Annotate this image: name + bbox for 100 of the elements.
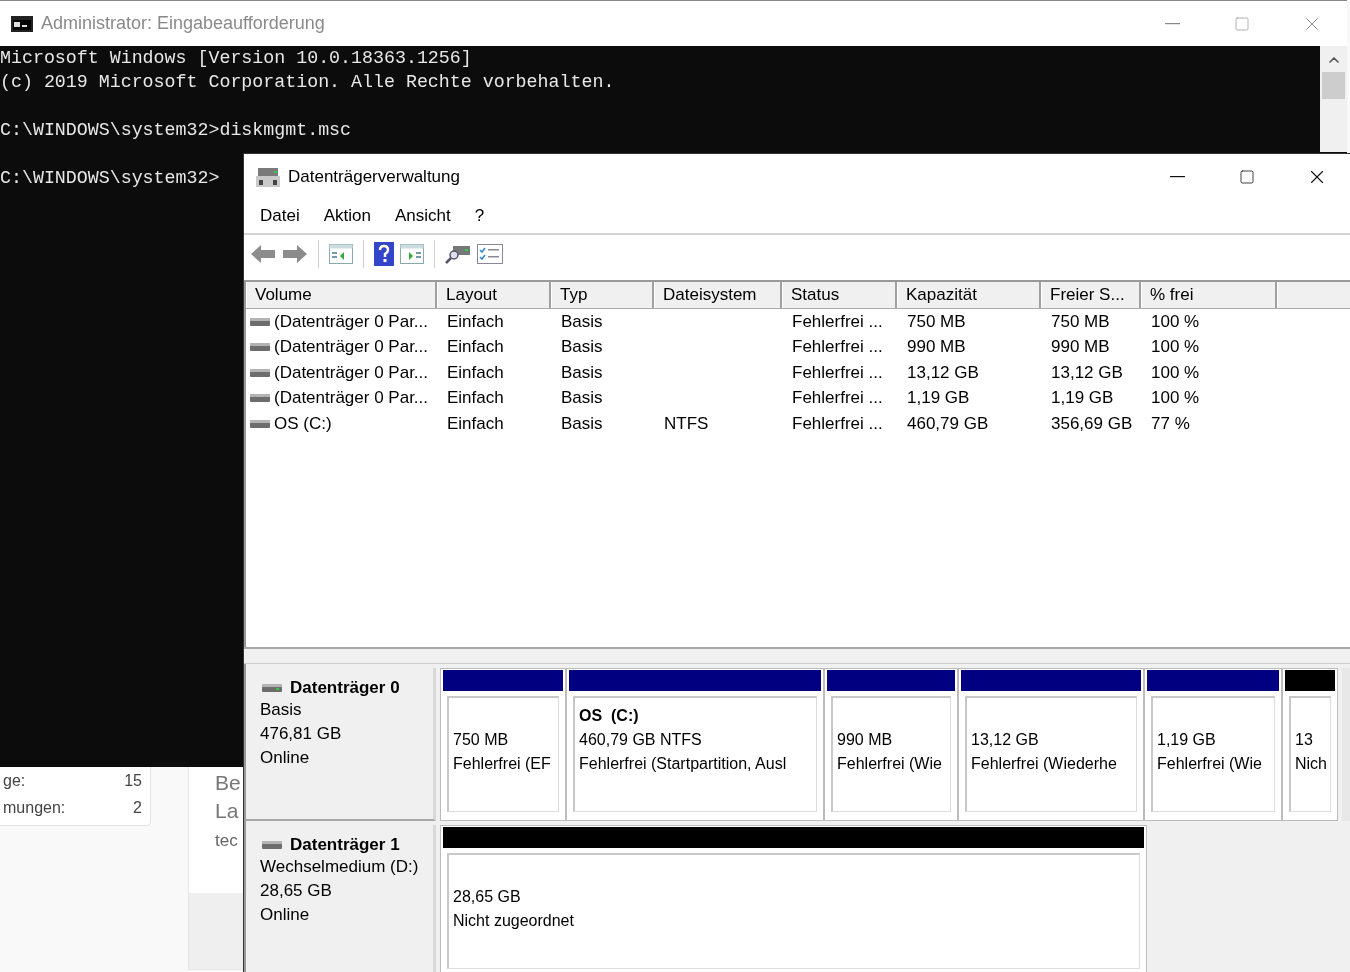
- maximize-icon: [1239, 168, 1255, 185]
- column-header[interactable]: Typ: [551, 282, 654, 308]
- disk-name: Datenträger 0: [290, 678, 400, 698]
- partition[interactable]: 13 Nich: [1282, 668, 1338, 821]
- checklist-icon[interactable]: [477, 243, 503, 264]
- table-cell-text: NTFS: [663, 413, 710, 434]
- console-icon: [11, 15, 33, 32]
- table-cell: (Datenträger 0 Par...: [274, 337, 429, 358]
- volume-icon: [250, 418, 270, 429]
- window-title: Administrator: Eingabeaufforderung: [41, 13, 326, 34]
- volume-icon: [250, 316, 270, 327]
- table-cell-text: Einfach: [446, 413, 505, 434]
- table-cell-text: Fehlerfrei ...: [791, 413, 884, 434]
- disk-info: Basis: [260, 699, 303, 721]
- scrollbar[interactable]: [1320, 46, 1347, 152]
- maximize-icon: [1234, 15, 1250, 32]
- volume-icon: [250, 367, 270, 378]
- console-line: (c) 2019 Microsoft Corporation. Alle Rechte vorbehalten.: [0, 71, 615, 94]
- console-tree-icon[interactable]: [329, 243, 353, 264]
- table-cell-text: Basis: [560, 337, 604, 358]
- forward-arrow-icon[interactable]: [282, 243, 308, 264]
- table-cell-text: Fehlerfrei ...: [791, 311, 884, 332]
- partition-status: Nicht zugeordnet: [453, 911, 575, 931]
- console-line: C:\WINDOWS\system32>: [0, 167, 220, 190]
- disk-info: 28,65 GB: [260, 880, 333, 902]
- partition[interactable]: 13,12 GB Fehlerfrei (Wiederhe: [958, 668, 1144, 821]
- article-text: Be: [214, 770, 242, 796]
- partition[interactable]: 990 MB Fehlerfrei (Wie: [824, 668, 958, 821]
- partition[interactable]: 28,65 GB Nicht zugeordnet: [440, 825, 1147, 972]
- partition-title: OS (C:): [579, 706, 640, 726]
- partition-status: Fehlerfrei (Startpartition, Ausl: [579, 754, 788, 774]
- menu-item[interactable]: Aktion: [311, 206, 383, 226]
- volume-icon: [250, 342, 270, 353]
- stat-label: mungen:: [3, 798, 66, 817]
- table-cell-text: Basis: [560, 311, 604, 332]
- table-cell-text: 1,19 GB: [906, 388, 971, 409]
- window-title: Datenträgerverwaltung: [288, 166, 461, 187]
- table-cell-text: 750 MB: [906, 311, 967, 332]
- disk-name: Datenträger 1: [290, 835, 400, 855]
- partition[interactable]: 1,19 GB Fehlerfrei (Wie: [1144, 668, 1282, 821]
- partition-size: 1,19 GB: [1157, 730, 1217, 750]
- table-cell-text: 100 %: [1150, 388, 1201, 409]
- table-cell: (Datenträger 0 Par...: [274, 362, 429, 383]
- console-line: C:\WINDOWS\system32>diskmgmt.msc: [0, 119, 352, 142]
- table-cell-text: 100 %: [1150, 362, 1201, 383]
- partition-status: Nich: [1295, 754, 1328, 774]
- table-cell-text: 990 MB: [1050, 337, 1111, 358]
- table-cell-text: Fehlerfrei ...: [791, 388, 884, 409]
- partition-status: Fehlerfrei (Wie: [1157, 754, 1263, 774]
- table-cell-text: Basis: [560, 413, 604, 434]
- minimize-icon: [1169, 175, 1185, 178]
- table-cell-text: 460,79 GB: [906, 413, 990, 434]
- back-arrow-icon[interactable]: [250, 243, 276, 264]
- table-cell-text: 13,12 GB: [1050, 362, 1124, 383]
- article-text: La: [214, 798, 240, 824]
- table-cell: (Datenträger 0 Par...: [274, 311, 429, 332]
- volume-icon: [250, 393, 270, 404]
- table-cell-text: Basis: [560, 388, 604, 409]
- partition-size: 990 MB: [837, 730, 894, 750]
- partition[interactable]: 750 MB Fehlerfrei (EF: [440, 668, 566, 821]
- column-header[interactable]: Freier S...: [1041, 282, 1141, 308]
- action-pane-icon[interactable]: [400, 243, 424, 264]
- disk-info: Online: [260, 904, 311, 926]
- table-cell-text: Einfach: [446, 337, 505, 358]
- column-header[interactable]: Layout: [437, 282, 551, 308]
- table-cell-text: 100 %: [1150, 311, 1201, 332]
- table-cell: (Datenträger 0 Par...: [274, 388, 429, 409]
- console-line: Microsoft Windows [Version 10.0.18363.1256]: [0, 47, 472, 70]
- menu-item[interactable]: ?: [462, 206, 497, 226]
- disk-label-panel[interactable]: Datenträger 0 Basis 476,81 GB Online: [246, 668, 436, 821]
- table-cell-text: Basis: [560, 362, 604, 383]
- minimize-icon: [1164, 22, 1180, 25]
- partition-status: Fehlerfrei (EF: [453, 754, 552, 774]
- partition[interactable]: OS (C:) 460,79 GB NTFS Fehlerfrei (Startpartition, Ausl: [566, 668, 824, 821]
- column-header[interactable]: Volume: [246, 282, 437, 308]
- menu-item[interactable]: Datei: [248, 206, 312, 226]
- table-cell: OS (C:): [274, 413, 332, 434]
- scroll-thumb[interactable]: [1322, 72, 1345, 99]
- column-header[interactable]: Kapazität: [897, 282, 1041, 308]
- help-icon[interactable]: [374, 241, 394, 266]
- table-cell-text: 990 MB: [906, 337, 967, 358]
- stat-value: 2: [133, 798, 142, 817]
- disk-info: Online: [260, 747, 311, 769]
- partition-status: Fehlerfrei (Wie: [837, 754, 943, 774]
- partition-size: 28,65 GB: [453, 887, 522, 907]
- table-cell-text: 77 %: [1150, 413, 1191, 434]
- column-header[interactable]: Status: [782, 282, 897, 308]
- disk-info: 476,81 GB: [260, 723, 343, 745]
- table-cell-text: 13,12 GB: [906, 362, 980, 383]
- stat-value: 15: [124, 771, 142, 790]
- column-header[interactable]: % frei: [1141, 282, 1277, 308]
- table-cell-text: Einfach: [446, 362, 505, 383]
- column-header[interactable]: Dateisystem: [654, 282, 782, 308]
- menu-item[interactable]: Ansicht: [382, 206, 463, 226]
- table-cell-text: Einfach: [446, 388, 505, 409]
- partition-size: 13: [1295, 730, 1314, 750]
- table-cell-text: Fehlerfrei ...: [791, 337, 884, 358]
- splitter-bar[interactable]: [244, 647, 1350, 664]
- article-text: tec: [214, 831, 239, 851]
- table-cell-text: 356,69 GB: [1050, 413, 1134, 434]
